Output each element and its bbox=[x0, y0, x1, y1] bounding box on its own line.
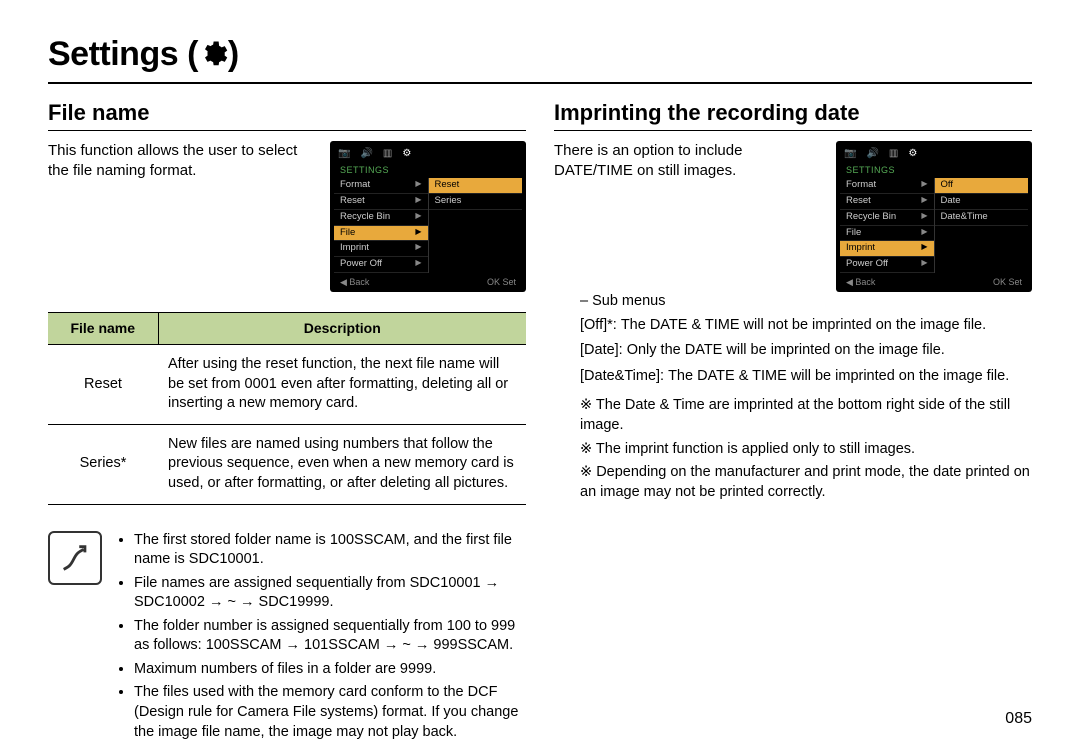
th-description: Description bbox=[158, 313, 526, 345]
imprint-note-item: The imprint function is applied only to … bbox=[580, 440, 1032, 460]
right-column: Imprinting the recording date There is a… bbox=[554, 90, 1032, 746]
lcd-menu-item: Power Off▶ bbox=[334, 257, 428, 273]
note-icon bbox=[48, 531, 102, 585]
imprint-notes-list: The Date & Time are imprinted at the bot… bbox=[554, 396, 1032, 502]
def-key: [Date]: bbox=[580, 341, 623, 361]
def-key: [Off]*: bbox=[580, 316, 617, 336]
option-name: Series* bbox=[48, 424, 158, 504]
def-value: Only the DATE will be imprinted on the i… bbox=[627, 341, 945, 361]
camera-icon: 📷 bbox=[844, 147, 856, 161]
lcd-preview-filename: 📷 🔊 ▥ ⚙ SETTINGS Format▶Reset▶Recycle Bi… bbox=[330, 141, 526, 293]
lcd-menu-item: Recycle Bin▶ bbox=[840, 210, 934, 226]
lcd-back: ◀ Back bbox=[340, 276, 369, 288]
filename-intro: This function allows the user to select … bbox=[48, 141, 316, 182]
display-icon: ▥ bbox=[889, 147, 898, 161]
page-title-text: Settings ( bbox=[48, 35, 198, 73]
option-desc: After using the reset function, the next… bbox=[158, 345, 526, 425]
settings-tab-icon: ⚙ bbox=[908, 147, 917, 161]
table-row: ResetAfter using the reset function, the… bbox=[48, 345, 526, 425]
option-name: Reset bbox=[48, 345, 158, 425]
note-item: The folder number is assigned sequential… bbox=[134, 617, 526, 656]
submenu-definition: [Off]*:The DATE & TIME will not be impri… bbox=[580, 316, 1032, 336]
camera-icon: 📷 bbox=[338, 147, 350, 161]
lcd-section-label: SETTINGS bbox=[840, 164, 1028, 178]
lcd-menu-item: Imprint▶ bbox=[840, 241, 934, 257]
option-desc: New files are named using numbers that f… bbox=[158, 424, 526, 504]
note-item: File names are assigned sequentially fro… bbox=[134, 574, 526, 613]
lcd-submenu-item: Date&Time bbox=[935, 210, 1029, 226]
lcd-submenu-item: Series bbox=[429, 194, 523, 210]
note-item: The files used with the memory card conf… bbox=[134, 683, 526, 742]
lcd-ok: OK Set bbox=[993, 276, 1022, 288]
lcd-preview-imprint: 📷 🔊 ▥ ⚙ SETTINGS Format▶Reset▶Recycle Bi… bbox=[836, 141, 1032, 293]
section-heading-imprint: Imprinting the recording date bbox=[554, 98, 1032, 131]
display-icon: ▥ bbox=[383, 147, 392, 161]
lcd-menu-item: Recycle Bin▶ bbox=[334, 210, 428, 226]
sound-icon: 🔊 bbox=[360, 147, 372, 161]
lcd-ok: OK Set bbox=[487, 276, 516, 288]
submenu-definition: [Date]:Only the DATE will be imprinted o… bbox=[580, 341, 1032, 361]
lcd-section-label: SETTINGS bbox=[334, 164, 522, 178]
lcd-menu-item: Power Off▶ bbox=[840, 257, 934, 273]
lcd-menu-item: File▶ bbox=[840, 226, 934, 242]
note-item: Maximum numbers of files in a folder are… bbox=[134, 660, 526, 680]
imprint-note-item: Depending on the manufacturer and print … bbox=[580, 463, 1032, 502]
settings-tab-icon: ⚙ bbox=[402, 147, 411, 161]
def-value: The DATE & TIME will not be imprinted on… bbox=[621, 316, 986, 336]
submenu-definition: [Date&Time]:The DATE & TIME will be impr… bbox=[580, 367, 1032, 387]
page-title: Settings () bbox=[48, 32, 1032, 84]
lcd-submenu-item: Reset bbox=[429, 178, 523, 194]
lcd-menu-item: Format▶ bbox=[840, 178, 934, 194]
lcd-back: ◀ Back bbox=[846, 276, 875, 288]
lcd-menu-item: Format▶ bbox=[334, 178, 428, 194]
lcd-menu-item: Imprint▶ bbox=[334, 241, 428, 257]
imprint-intro: There is an option to include DATE/TIME … bbox=[554, 141, 822, 182]
page-number: 085 bbox=[1005, 708, 1032, 730]
note-item: The first stored folder name is 100SSCAM… bbox=[134, 531, 526, 570]
lcd-menu-item: Reset▶ bbox=[334, 194, 428, 210]
def-value: The DATE & TIME will be imprinted on the… bbox=[668, 367, 1009, 387]
lcd-menu-item: Reset▶ bbox=[840, 194, 934, 210]
th-filename: File name bbox=[48, 313, 158, 345]
submenus-label: – Sub menus bbox=[580, 292, 1032, 312]
sound-icon: 🔊 bbox=[866, 147, 878, 161]
lcd-submenu-item: Date bbox=[935, 194, 1029, 210]
imprint-note-item: The Date & Time are imprinted at the bot… bbox=[580, 396, 1032, 435]
section-heading-filename: File name bbox=[48, 98, 526, 131]
lcd-menu-item: File▶ bbox=[334, 226, 428, 242]
def-key: [Date&Time]: bbox=[580, 367, 664, 387]
left-column: File name This function allows the user … bbox=[48, 90, 526, 746]
lcd-submenu-item: Off bbox=[935, 178, 1029, 194]
page-title-close: ) bbox=[228, 35, 239, 73]
filename-options-table: File name Description ResetAfter using t… bbox=[48, 312, 526, 504]
table-row: Series*New files are named using numbers… bbox=[48, 424, 526, 504]
notes-list: The first stored folder name is 100SSCAM… bbox=[116, 531, 526, 746]
gear-icon bbox=[198, 39, 228, 69]
